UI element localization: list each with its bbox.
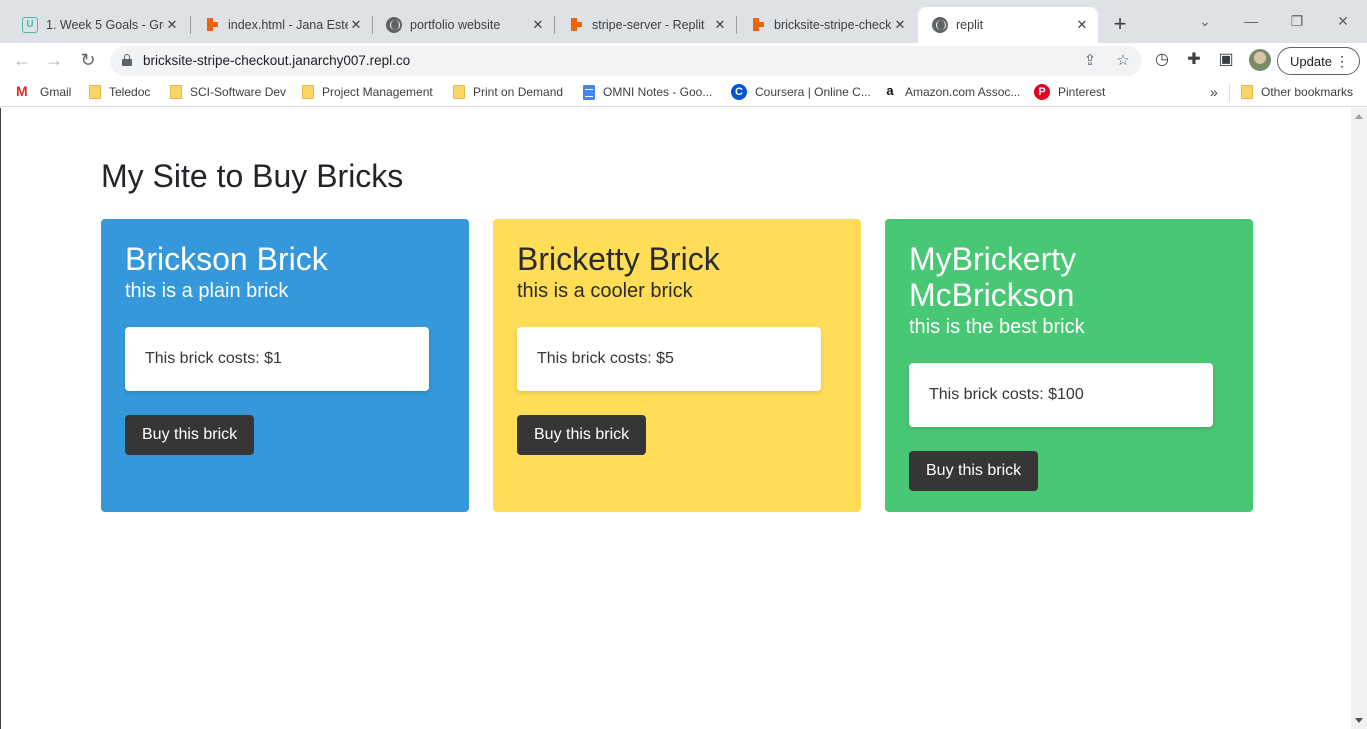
product-name: MyBrickerty McBrickson (909, 241, 1077, 313)
close-icon[interactable]: ✕ (530, 17, 546, 33)
more-menu-icon[interactable]: ⋮ (1335, 52, 1349, 70)
bookmark-omni-notes[interactable]: OMNI Notes - Goo... (583, 83, 712, 101)
bookmark-pinterest[interactable]: P Pinterest (1034, 83, 1105, 101)
tab-index-html[interactable]: index.html - Jana Estep ✕ (190, 8, 372, 42)
bookmark-label: Amazon.com Assoc... (905, 85, 1021, 99)
window-close-icon[interactable]: ✕ (1333, 10, 1353, 32)
globe-icon (386, 17, 402, 33)
bookmark-project-management[interactable]: Project Management (302, 83, 433, 101)
back-icon[interactable]: ← (10, 48, 34, 72)
folder-icon (453, 85, 465, 99)
product-card-bricketty: Bricketty Brick this is a cooler brick T… (493, 219, 861, 512)
u-icon: U (22, 17, 38, 33)
pinterest-icon: P (1034, 84, 1050, 100)
address-bar[interactable]: bricksite-stripe-checkout.janarchy007.re… (110, 46, 1142, 76)
replit-icon (207, 18, 218, 31)
url-text[interactable]: bricksite-stripe-checkout.janarchy007.re… (143, 53, 410, 68)
close-icon[interactable]: ✕ (1074, 17, 1090, 33)
folder-icon (1241, 85, 1253, 99)
tab-title: bricksite-stripe-checkout (774, 18, 892, 32)
star-icon[interactable]: ☆ (1113, 51, 1133, 71)
bookmark-gmail[interactable]: Gmail (16, 83, 71, 101)
bookmark-label: Project Management (322, 85, 433, 99)
tab-title: stripe-server - Replit (592, 18, 705, 32)
tab-portfolio-website[interactable]: portfolio website ✕ (372, 8, 554, 42)
bookmark-label: SCI-Software Dev (190, 85, 287, 99)
buy-button[interactable]: Buy this brick (909, 451, 1039, 491)
page-title: My Site to Buy Bricks (101, 158, 404, 194)
bookmarks-divider (1229, 84, 1230, 102)
tab-strip: U 1. Week 5 Goals - Grou ✕ index.html - … (0, 0, 1367, 43)
close-icon[interactable]: ✕ (348, 17, 364, 33)
profile-avatar[interactable] (1249, 49, 1271, 71)
bookmarks-overflow-button[interactable]: » (1210, 83, 1218, 101)
close-icon[interactable]: ✕ (164, 17, 180, 33)
tab-title: replit (956, 18, 984, 32)
product-price: This brick costs: $1 (125, 327, 429, 391)
buy-button[interactable]: Buy this brick (125, 415, 255, 455)
product-name: Bricketty Brick (517, 241, 720, 277)
tab-title: 1. Week 5 Goals - Grou (46, 18, 164, 32)
page-viewport: My Site to Buy Bricks Brickson Brick thi… (0, 108, 1351, 729)
folder-icon (89, 85, 101, 99)
side-panel-icon[interactable]: ▣ (1215, 49, 1237, 71)
bookmark-label: Gmail (40, 85, 72, 99)
tab-bricksite-stripe-checkout[interactable]: bricksite-stripe-checkout ✕ (736, 8, 916, 42)
bookmark-print-on-demand[interactable]: Print on Demand (453, 83, 563, 101)
folder-icon (302, 85, 314, 99)
forward-icon[interactable]: → (42, 48, 66, 72)
lock-icon[interactable] (122, 54, 132, 66)
bookmark-label: Teledoc (109, 85, 151, 99)
update-label: Update (1290, 53, 1332, 69)
vertical-scrollbar[interactable] (1351, 108, 1367, 729)
bookmark-label: Pinterest (1058, 85, 1106, 99)
update-button[interactable]: Update ⋮ (1277, 47, 1360, 75)
bookmarks-bar: Gmail Teledoc SCI-Software Dev Project M… (0, 78, 1367, 107)
product-description: this is the best brick (909, 316, 1085, 338)
scroll-down-arrow-icon[interactable] (1355, 718, 1363, 723)
product-description: this is a plain brick (125, 280, 289, 302)
tab-title: index.html - Jana Estep (228, 18, 348, 32)
tab-replit-active[interactable]: replit ✕ (918, 7, 1098, 43)
bookmark-teledoc[interactable]: Teledoc (89, 83, 150, 101)
globe-icon (932, 17, 948, 33)
product-name: Brickson Brick (125, 241, 328, 277)
product-price: This brick costs: $5 (517, 327, 821, 391)
reload-icon[interactable]: ↻ (76, 48, 100, 72)
close-icon[interactable]: ✕ (892, 17, 908, 33)
folder-icon (170, 85, 182, 99)
replit-icon (571, 18, 582, 31)
extensions-puzzle-icon[interactable]: ✚ (1183, 49, 1205, 71)
product-card-brickson: Brickson Brick this is a plain brick Thi… (101, 219, 469, 512)
gmail-icon (16, 83, 32, 99)
bookmark-sci-software-dev[interactable]: SCI-Software Dev (170, 83, 286, 101)
tab-stripe-server[interactable]: stripe-server - Replit ✕ (554, 8, 736, 42)
bookmark-coursera[interactable]: C Coursera | Online C... (731, 83, 871, 101)
minimize-icon[interactable]: — (1241, 10, 1261, 32)
bookmark-amazon-associates[interactable]: a Amazon.com Assoc... (883, 83, 1020, 101)
tab-week5-goals[interactable]: U 1. Week 5 Goals - Grou ✕ (8, 8, 188, 42)
coursera-icon: C (731, 84, 747, 100)
close-icon[interactable]: ✕ (712, 17, 728, 33)
buy-button[interactable]: Buy this brick (517, 415, 647, 455)
new-tab-button[interactable]: + (1110, 12, 1130, 36)
share-icon[interactable]: ⇪ (1080, 51, 1100, 71)
restore-icon[interactable]: ❐ (1287, 10, 1307, 32)
bookmark-label: OMNI Notes - Goo... (603, 85, 713, 99)
docs-icon (583, 84, 595, 100)
amazon-icon: a (886, 83, 894, 98)
bookmark-other-bookmarks[interactable]: Other bookmarks (1241, 83, 1353, 101)
product-card-mybrickerty: MyBrickerty McBrickson this is the best … (885, 219, 1253, 512)
tab-title: portfolio website (410, 18, 501, 32)
timer-extension-icon[interactable]: ◷ (1151, 49, 1173, 71)
product-price: This brick costs: $100 (909, 363, 1213, 427)
bookmark-label: Other bookmarks (1261, 85, 1354, 99)
tab-search-icon[interactable]: ⌄ (1195, 10, 1215, 32)
browser-toolbar: ← → ↻ bricksite-stripe-checkout.janarchy… (0, 43, 1367, 78)
replit-icon (753, 18, 764, 31)
bookmark-label: Print on Demand (473, 85, 564, 99)
scroll-up-arrow-icon[interactable] (1355, 114, 1363, 119)
bookmark-label: Coursera | Online C... (755, 85, 871, 99)
product-description: this is a cooler brick (517, 280, 693, 302)
